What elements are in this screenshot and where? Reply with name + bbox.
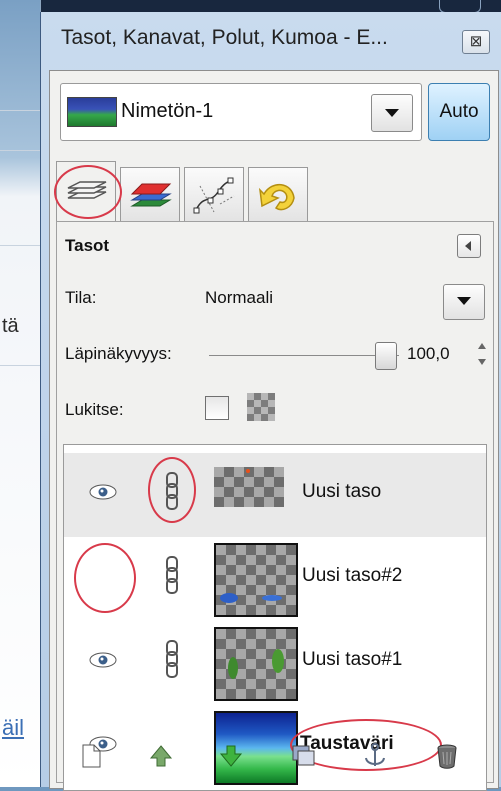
close-button[interactable]: ⊠ [462,30,490,54]
layer-row[interactable]: Uusi taso#1 [64,621,486,705]
thumbnail-detail [272,649,284,673]
title-bar[interactable]: Tasot, Kanavat, Polut, Kumoa - E... ⊠ [41,12,501,64]
layers-tab-content: Tasot Tila: Normaali Läpinäkyvyys: 100,0… [56,221,494,791]
tab-undo-history[interactable] [248,167,308,222]
bg-row [0,110,40,111]
annotation-circle [74,543,136,613]
lock-pixels-checkbox[interactable] [205,396,229,420]
tab-layers[interactable] [56,161,116,223]
mode-label: Tila: [65,288,97,307]
layer-name[interactable]: Uusi taso#2 [302,565,402,587]
raise-layer-icon-glyph [149,745,173,767]
layer-thumbnail [214,627,298,701]
image-thumbnail [67,97,117,127]
visibility-eye-icon[interactable] [88,481,118,503]
lock-alpha-icon[interactable] [247,393,275,421]
chain-link-icon[interactable] [164,471,180,511]
tab-paths[interactable] [184,167,244,222]
image-name: Nimetön-1 [121,100,214,122]
layers-toolbar [63,732,487,782]
tab-channels[interactable] [120,167,180,222]
panel-menu-button[interactable] [457,234,481,258]
delete-layer-icon[interactable] [433,742,461,770]
bg-row [0,150,40,151]
layers-dock-window: Tasot, Kanavat, Polut, Kumoa - E... ⊠ Ni… [40,12,501,791]
mode-value[interactable]: Normaali [205,288,273,308]
thumbnail-detail [246,469,250,473]
visibility-eye-icon[interactable] [88,649,118,671]
chain-link-icon[interactable] [164,639,180,679]
layer-row[interactable]: Uusi taso#2 [64,537,486,621]
thumbnail-detail [228,657,238,679]
layer-name[interactable]: Uusi taso [302,481,381,503]
window-title: Tasot, Kanavat, Polut, Kumoa - E... [61,26,388,49]
opacity-value[interactable]: 100,0 [407,344,450,364]
raise-layer-icon[interactable] [147,742,175,770]
opacity-spinner[interactable] [477,341,487,369]
lock-label: Lukitse: [65,400,124,419]
new-layer-icon[interactable] [77,742,105,770]
image-selector[interactable]: Nimetön-1 [60,83,422,141]
layers-icon [67,181,107,199]
opacity-slider-track[interactable] [209,355,399,356]
paths-icon [193,177,235,214]
layer-thumbnail [214,467,284,507]
dock-tabs [54,161,496,223]
layer-thumbnail [214,543,298,617]
background-window: tä äil [0,0,41,787]
layer-name[interactable]: Uusi taso#1 [302,649,402,671]
thumbnail-detail [262,595,282,601]
bg-row [0,245,40,246]
panel-title: Tasot [65,236,110,255]
channels-icon [130,183,172,207]
lower-layer-icon[interactable] [217,742,245,770]
layer-row[interactable]: Uusi taso [64,453,486,537]
anchor-layer-icon-glyph [365,743,385,766]
background-link-fragment[interactable]: äil [2,715,24,741]
new-layer-icon-glyph [82,744,101,768]
chain-link-icon[interactable] [164,555,180,595]
mode-dropdown-button[interactable] [443,284,485,320]
background-text-fragment: tä [2,315,19,337]
desktop-top-bar [0,0,501,13]
lower-layer-icon-glyph [219,745,243,767]
undo-history-icon [258,184,295,211]
auto-button[interactable]: Auto [428,83,490,141]
panel-menu-icon [465,241,471,251]
delete-layer-icon-glyph [437,744,457,769]
thumbnail-detail [220,593,238,603]
duplicate-layer-icon[interactable] [289,742,317,770]
anchor-layer-icon[interactable] [361,742,389,770]
duplicate-layer-icon-glyph [292,745,315,766]
opacity-slider-handle[interactable] [375,342,397,370]
bg-row [0,365,40,366]
dock-panel: Nimetön-1 Auto Tasot Tila: Normaali Läpi… [49,70,499,791]
image-dropdown-button[interactable] [371,94,413,132]
opacity-label: Läpinäkyvyys: [65,344,172,363]
